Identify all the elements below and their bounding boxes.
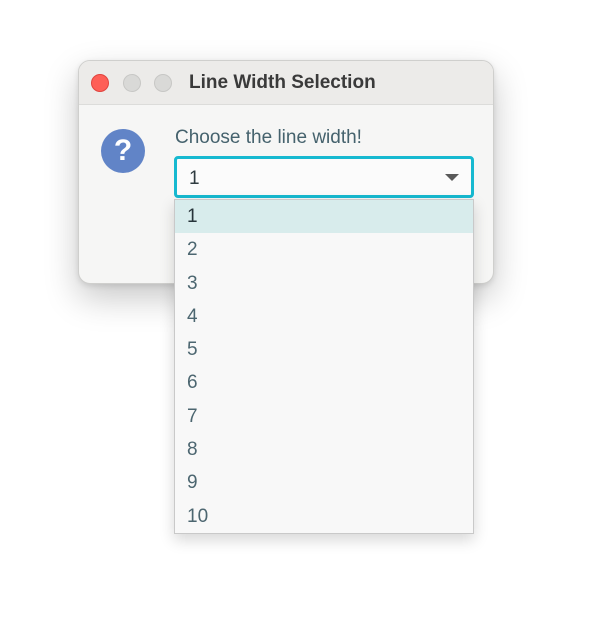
question-mark-icon: ? (101, 129, 145, 173)
dropdown-option[interactable]: 2 (175, 233, 473, 266)
dropdown-option[interactable]: 8 (175, 433, 473, 466)
screen: Line Width Selection ? Choose the line w… (0, 0, 594, 632)
dropdown-option[interactable]: 6 (175, 366, 473, 399)
line-width-dropdown-list: 1 2 3 4 5 6 7 8 9 10 (174, 199, 474, 534)
dropdown-option[interactable]: 5 (175, 333, 473, 366)
close-window-button[interactable] (91, 74, 109, 92)
dialog-prompt: Choose the line width! (175, 127, 362, 148)
dropdown-option[interactable]: 10 (175, 500, 473, 533)
combobox-selected-value: 1 (189, 168, 200, 189)
minimize-window-button[interactable] (123, 74, 141, 92)
dropdown-option[interactable]: 7 (175, 400, 473, 433)
line-width-combobox[interactable]: 1 (174, 156, 474, 198)
dropdown-option[interactable]: 3 (175, 267, 473, 300)
dropdown-option[interactable]: 1 (175, 200, 473, 234)
chevron-down-icon[interactable] (445, 174, 459, 181)
dropdown-option[interactable]: 9 (175, 466, 473, 499)
zoom-window-button[interactable] (154, 74, 172, 92)
dropdown-option[interactable]: 4 (175, 300, 473, 333)
title-bar[interactable]: Line Width Selection (79, 61, 493, 105)
window-title: Line Width Selection (189, 72, 376, 93)
